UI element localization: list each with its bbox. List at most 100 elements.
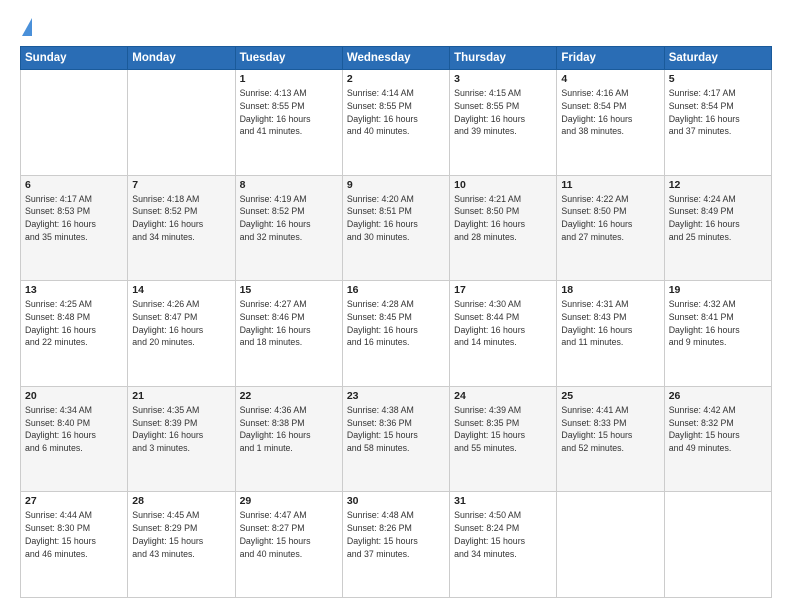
day-cell: 12 Sunrise: 4:24 AM Sunset: 8:49 PM Dayli… (664, 175, 771, 281)
day-info: Sunrise: 4:16 AM Sunset: 8:54 PM Dayligh… (561, 87, 659, 138)
day-number: 19 (669, 284, 767, 296)
day-cell: 16 Sunrise: 4:28 AM Sunset: 8:45 PM Dayli… (342, 281, 449, 387)
week-row-0: 1 Sunrise: 4:13 AM Sunset: 8:55 PM Daylig… (21, 70, 772, 176)
page: SundayMondayTuesdayWednesdayThursdayFrid… (0, 0, 792, 612)
day-number: 28 (132, 495, 230, 507)
day-info: Sunrise: 4:50 AM Sunset: 8:24 PM Dayligh… (454, 509, 552, 560)
day-cell (128, 70, 235, 176)
day-info: Sunrise: 4:41 AM Sunset: 8:33 PM Dayligh… (561, 404, 659, 455)
day-number: 23 (347, 390, 445, 402)
day-cell: 3 Sunrise: 4:15 AM Sunset: 8:55 PM Daylig… (450, 70, 557, 176)
day-cell: 21 Sunrise: 4:35 AM Sunset: 8:39 PM Dayli… (128, 386, 235, 492)
day-info: Sunrise: 4:20 AM Sunset: 8:51 PM Dayligh… (347, 193, 445, 244)
day-number: 8 (240, 179, 338, 191)
day-info: Sunrise: 4:15 AM Sunset: 8:55 PM Dayligh… (454, 87, 552, 138)
day-cell: 1 Sunrise: 4:13 AM Sunset: 8:55 PM Daylig… (235, 70, 342, 176)
day-number: 16 (347, 284, 445, 296)
day-number: 2 (347, 73, 445, 85)
day-number: 3 (454, 73, 552, 85)
day-info: Sunrise: 4:42 AM Sunset: 8:32 PM Dayligh… (669, 404, 767, 455)
day-info: Sunrise: 4:34 AM Sunset: 8:40 PM Dayligh… (25, 404, 123, 455)
day-cell: 2 Sunrise: 4:14 AM Sunset: 8:55 PM Daylig… (342, 70, 449, 176)
day-number: 6 (25, 179, 123, 191)
day-info: Sunrise: 4:26 AM Sunset: 8:47 PM Dayligh… (132, 298, 230, 349)
day-info: Sunrise: 4:47 AM Sunset: 8:27 PM Dayligh… (240, 509, 338, 560)
logo (20, 18, 32, 36)
day-info: Sunrise: 4:22 AM Sunset: 8:50 PM Dayligh… (561, 193, 659, 244)
calendar: SundayMondayTuesdayWednesdayThursdayFrid… (20, 46, 772, 598)
day-number: 24 (454, 390, 552, 402)
day-info: Sunrise: 4:39 AM Sunset: 8:35 PM Dayligh… (454, 404, 552, 455)
day-info: Sunrise: 4:38 AM Sunset: 8:36 PM Dayligh… (347, 404, 445, 455)
day-cell: 7 Sunrise: 4:18 AM Sunset: 8:52 PM Daylig… (128, 175, 235, 281)
day-number: 29 (240, 495, 338, 507)
calendar-header-row: SundayMondayTuesdayWednesdayThursdayFrid… (21, 47, 772, 70)
day-info: Sunrise: 4:17 AM Sunset: 8:54 PM Dayligh… (669, 87, 767, 138)
day-number: 25 (561, 390, 659, 402)
day-number: 14 (132, 284, 230, 296)
col-header-sunday: Sunday (21, 47, 128, 70)
header (20, 18, 772, 36)
logo-icon (22, 18, 32, 36)
day-cell: 13 Sunrise: 4:25 AM Sunset: 8:48 PM Dayli… (21, 281, 128, 387)
day-cell: 19 Sunrise: 4:32 AM Sunset: 8:41 PM Dayli… (664, 281, 771, 387)
day-info: Sunrise: 4:14 AM Sunset: 8:55 PM Dayligh… (347, 87, 445, 138)
day-cell: 14 Sunrise: 4:26 AM Sunset: 8:47 PM Dayli… (128, 281, 235, 387)
day-cell: 24 Sunrise: 4:39 AM Sunset: 8:35 PM Dayli… (450, 386, 557, 492)
day-cell: 9 Sunrise: 4:20 AM Sunset: 8:51 PM Daylig… (342, 175, 449, 281)
day-cell (664, 492, 771, 598)
col-header-wednesday: Wednesday (342, 47, 449, 70)
day-info: Sunrise: 4:35 AM Sunset: 8:39 PM Dayligh… (132, 404, 230, 455)
day-number: 27 (25, 495, 123, 507)
day-cell: 20 Sunrise: 4:34 AM Sunset: 8:40 PM Dayli… (21, 386, 128, 492)
day-number: 13 (25, 284, 123, 296)
day-number: 30 (347, 495, 445, 507)
day-cell: 30 Sunrise: 4:48 AM Sunset: 8:26 PM Dayli… (342, 492, 449, 598)
day-info: Sunrise: 4:24 AM Sunset: 8:49 PM Dayligh… (669, 193, 767, 244)
day-info: Sunrise: 4:18 AM Sunset: 8:52 PM Dayligh… (132, 193, 230, 244)
col-header-tuesday: Tuesday (235, 47, 342, 70)
day-number: 31 (454, 495, 552, 507)
col-header-monday: Monday (128, 47, 235, 70)
week-row-2: 13 Sunrise: 4:25 AM Sunset: 8:48 PM Dayli… (21, 281, 772, 387)
day-number: 12 (669, 179, 767, 191)
day-cell: 8 Sunrise: 4:19 AM Sunset: 8:52 PM Daylig… (235, 175, 342, 281)
day-info: Sunrise: 4:25 AM Sunset: 8:48 PM Dayligh… (25, 298, 123, 349)
day-info: Sunrise: 4:27 AM Sunset: 8:46 PM Dayligh… (240, 298, 338, 349)
day-cell: 25 Sunrise: 4:41 AM Sunset: 8:33 PM Dayli… (557, 386, 664, 492)
day-number: 15 (240, 284, 338, 296)
day-cell: 26Sunrise: 4:42 AM Sunset: 8:32 PM Dayli… (664, 386, 771, 492)
day-number: 7 (132, 179, 230, 191)
day-number: 5 (669, 73, 767, 85)
day-info: Sunrise: 4:19 AM Sunset: 8:52 PM Dayligh… (240, 193, 338, 244)
col-header-thursday: Thursday (450, 47, 557, 70)
day-info: Sunrise: 4:30 AM Sunset: 8:44 PM Dayligh… (454, 298, 552, 349)
day-number: 17 (454, 284, 552, 296)
day-number: 4 (561, 73, 659, 85)
col-header-saturday: Saturday (664, 47, 771, 70)
day-cell: 4 Sunrise: 4:16 AM Sunset: 8:54 PM Daylig… (557, 70, 664, 176)
day-number: 20 (25, 390, 123, 402)
day-cell (557, 492, 664, 598)
week-row-3: 20 Sunrise: 4:34 AM Sunset: 8:40 PM Dayli… (21, 386, 772, 492)
week-row-1: 6 Sunrise: 4:17 AM Sunset: 8:53 PM Daylig… (21, 175, 772, 281)
day-cell: 15 Sunrise: 4:27 AM Sunset: 8:46 PM Dayli… (235, 281, 342, 387)
day-cell: 23 Sunrise: 4:38 AM Sunset: 8:36 PM Dayli… (342, 386, 449, 492)
day-info: Sunrise: 4:17 AM Sunset: 8:53 PM Dayligh… (25, 193, 123, 244)
day-cell: 31 Sunrise: 4:50 AM Sunset: 8:24 PM Dayli… (450, 492, 557, 598)
day-number: 22 (240, 390, 338, 402)
day-cell: 5 Sunrise: 4:17 AM Sunset: 8:54 PM Daylig… (664, 70, 771, 176)
day-info: Sunrise: 4:13 AM Sunset: 8:55 PM Dayligh… (240, 87, 338, 138)
day-cell: 17 Sunrise: 4:30 AM Sunset: 8:44 PM Dayli… (450, 281, 557, 387)
day-number: 1 (240, 73, 338, 85)
day-number: 21 (132, 390, 230, 402)
day-number: 18 (561, 284, 659, 296)
day-number: 9 (347, 179, 445, 191)
day-info: Sunrise: 4:28 AM Sunset: 8:45 PM Dayligh… (347, 298, 445, 349)
day-cell: 11Sunrise: 4:22 AM Sunset: 8:50 PM Dayli… (557, 175, 664, 281)
day-info: Sunrise: 4:32 AM Sunset: 8:41 PM Dayligh… (669, 298, 767, 349)
day-info: Sunrise: 4:31 AM Sunset: 8:43 PM Dayligh… (561, 298, 659, 349)
day-info: Sunrise: 4:48 AM Sunset: 8:26 PM Dayligh… (347, 509, 445, 560)
day-cell (21, 70, 128, 176)
day-cell: 18 Sunrise: 4:31 AM Sunset: 8:43 PM Dayli… (557, 281, 664, 387)
